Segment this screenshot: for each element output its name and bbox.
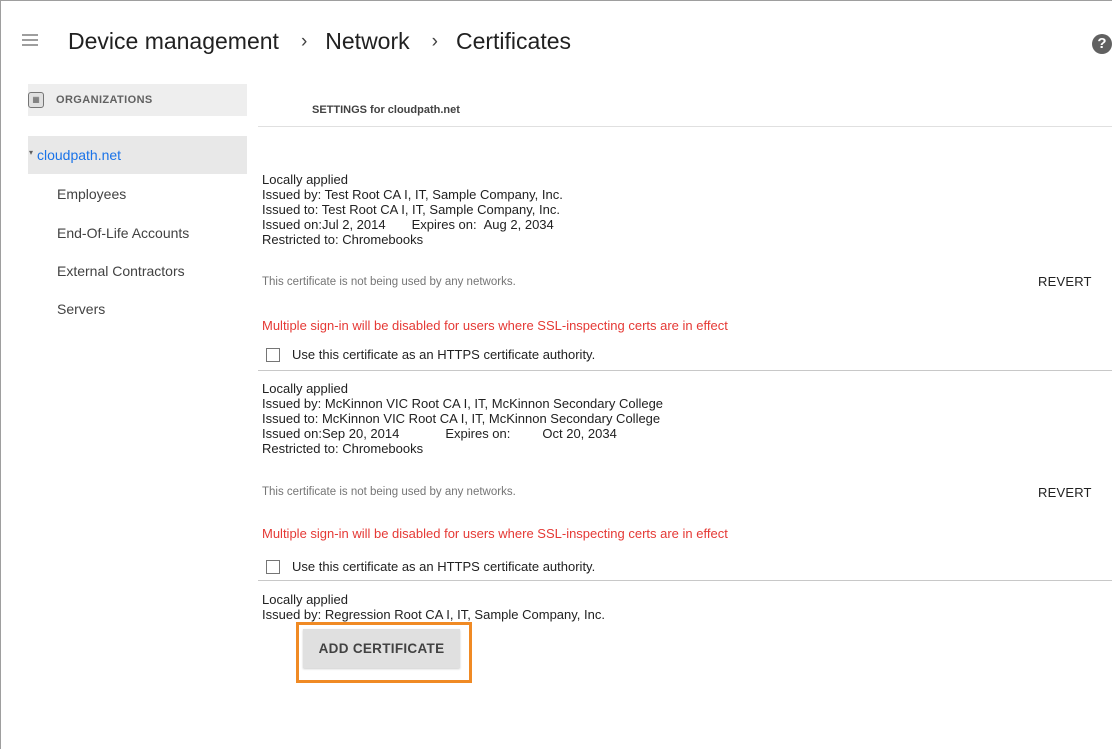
sidebar-item-end-of-life-accounts[interactable]: End-Of-Life Accounts [57, 225, 189, 241]
divider [258, 126, 1112, 127]
cert-status: Locally applied [262, 592, 349, 607]
organization-icon: ▦ [28, 92, 44, 108]
cert-status: Locally applied [262, 172, 349, 187]
add-certificate-highlight: ADD CERTIFICATE [296, 622, 472, 683]
caret-down-icon[interactable]: ▾ [29, 148, 33, 157]
https-authority-checkbox[interactable] [266, 347, 280, 362]
certificate-card-1: Locally applied Issued by: Test Root CA … [262, 172, 1112, 247]
add-certificate-button[interactable]: ADD CERTIFICATE [303, 629, 460, 668]
cert-issued-to: Issued to: McKinnon VIC Root CA I, IT, M… [262, 411, 661, 426]
https-authority-row: Use this certificate as an HTTPS certifi… [266, 347, 595, 362]
breadcrumb-device-management[interactable]: Device management [68, 28, 279, 55]
sidebar-item-employees[interactable]: Employees [57, 186, 126, 202]
cert-status: Locally applied [262, 381, 349, 396]
chevron-right-icon: › [431, 30, 438, 52]
breadcrumb-network[interactable]: Network [325, 28, 409, 55]
certificate-card-2: Locally applied Issued by: McKinnon VIC … [262, 381, 1112, 456]
sidebar-item-cloudpath[interactable]: ▾ cloudpath.net [28, 136, 247, 174]
cert-issued-by: Issued by: Test Root CA I, IT, Sample Co… [262, 187, 563, 202]
sidebar-item-label: cloudpath.net [37, 147, 122, 163]
https-authority-label: Use this certificate as an HTTPS certifi… [292, 347, 596, 362]
https-authority-label: Use this certificate as an HTTPS certifi… [292, 559, 596, 574]
sidebar-item-external-contractors[interactable]: External Contractors [57, 263, 185, 279]
certificate-card-3: Locally applied Issued by: Regression Ro… [262, 592, 1112, 622]
cert-issued-by: Issued by: McKinnon VIC Root CA I, IT, M… [262, 396, 664, 411]
https-authority-row: Use this certificate as an HTTPS certifi… [266, 559, 595, 574]
ssl-warning: Multiple sign-in will be disabled for us… [262, 526, 728, 541]
cert-dates: Issued on:Sep 20, 2014 Expires on: Oct 20,… [262, 426, 1112, 441]
cert-expires-value: Oct 20, 2034 [542, 426, 617, 441]
ssl-warning: Multiple sign-in will be disabled for us… [262, 318, 728, 333]
settings-title: SETTINGS for cloudpath.net [312, 104, 460, 116]
cert-expires-value: Aug 2, 2034 [483, 217, 554, 232]
page-header: Device management › Network › Certificat… [0, 0, 1112, 88]
cert-expires-label: Expires on: [411, 217, 477, 232]
breadcrumb-certificates: Certificates [455, 28, 572, 54]
cert-issued-by: Issued by: Regression Root CA I, IT, Sam… [262, 607, 605, 622]
organizations-header: ▦ ORGANIZATIONS [28, 84, 247, 116]
cert-issued-to: Issued to: Test Root CA I, IT, Sample Co… [262, 202, 560, 217]
hamburger-menu-icon[interactable] [22, 34, 38, 46]
organizations-title: ORGANIZATIONS [56, 94, 153, 106]
revert-button[interactable]: REVERT [1038, 485, 1092, 500]
chevron-right-icon: › [300, 30, 308, 52]
cert-usage-note: This certificate is not being used by an… [262, 486, 516, 498]
cert-restricted: Restricted to: Chromebooks [262, 232, 424, 247]
cert-expires-label: Expires on: [445, 426, 511, 441]
cert-usage-note: This certificate is not being used by an… [262, 276, 516, 288]
https-authority-checkbox[interactable] [266, 559, 280, 574]
cert-dates: Issued on:Jul 2, 2014 Expires on: Aug 2, 2… [262, 217, 1112, 232]
help-icon[interactable]: ? [1092, 34, 1112, 54]
revert-button[interactable]: REVERT [1038, 274, 1092, 289]
cert-issued-on: Issued on:Sep 20, 2014 [262, 426, 400, 441]
divider [258, 580, 1112, 581]
divider [258, 370, 1112, 371]
cert-issued-on: Issued on:Jul 2, 2014 [262, 217, 386, 232]
cert-restricted: Restricted to: Chromebooks [262, 441, 424, 456]
breadcrumb: Device management › Network › Certificat… [68, 28, 571, 55]
sidebar-item-servers[interactable]: Servers [57, 301, 105, 317]
